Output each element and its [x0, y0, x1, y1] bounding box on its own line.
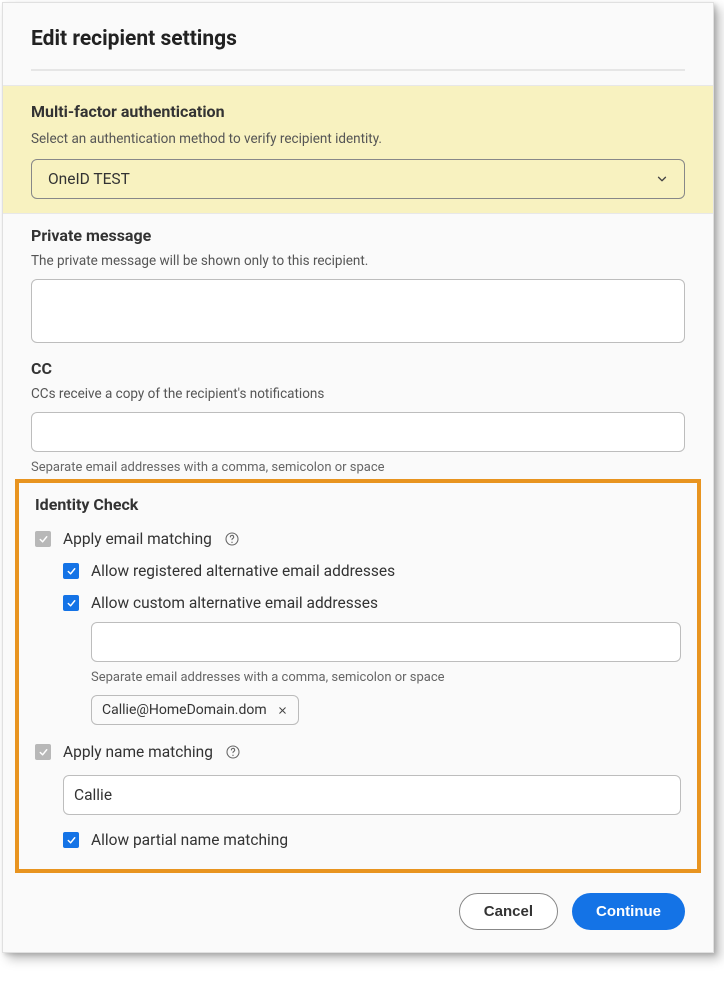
- cc-description: CCs receive a copy of the recipient's no…: [31, 386, 685, 402]
- allow-registered-alt-label: Allow registered alternative email addre…: [91, 562, 395, 580]
- custom-alt-email-input[interactable]: [91, 622, 681, 662]
- allow-partial-name-row: Allow partial name matching: [63, 831, 681, 849]
- cc-section: CC CCs receive a copy of the recipient's…: [3, 347, 713, 479]
- identity-check-section: Identity Check Apply email matching Allo…: [15, 479, 701, 873]
- name-matching-input[interactable]: [63, 775, 681, 815]
- divider: [31, 69, 685, 71]
- mfa-selected-value: OneID TEST: [48, 170, 130, 188]
- mfa-description: Select an authentication method to verif…: [31, 131, 685, 147]
- identity-check-title: Identity Check: [35, 495, 681, 514]
- allow-custom-alt-row: Allow custom alternative email addresses: [63, 594, 681, 612]
- name-matching-input-wrap: [63, 775, 681, 815]
- modal-header: Edit recipient settings: [3, 3, 713, 69]
- page-title: Edit recipient settings: [31, 27, 685, 51]
- allow-registered-alt-row: Allow registered alternative email addre…: [63, 562, 681, 580]
- apply-name-matching-label: Apply name matching: [63, 743, 213, 761]
- custom-alt-hint: Separate email addresses with a comma, s…: [91, 670, 681, 685]
- mfa-section: Multi-factor authentication Select an au…: [3, 85, 713, 214]
- mfa-method-select[interactable]: OneID TEST: [31, 159, 685, 199]
- close-icon[interactable]: [277, 705, 288, 716]
- modal-footer: Cancel Continue: [3, 873, 713, 930]
- chip-text: Callie@HomeDomain.dom: [102, 702, 267, 718]
- allow-custom-alt-checkbox[interactable]: [63, 595, 79, 611]
- allow-registered-alt-checkbox[interactable]: [63, 563, 79, 579]
- help-icon[interactable]: [225, 744, 241, 760]
- custom-alt-block: Separate email addresses with a comma, s…: [91, 622, 681, 725]
- cc-hint: Separate email addresses with a comma, s…: [31, 460, 685, 475]
- cc-title: CC: [31, 359, 685, 378]
- apply-email-matching-row: Apply email matching: [35, 530, 681, 548]
- allow-partial-name-label: Allow partial name matching: [91, 831, 288, 849]
- edit-recipient-settings-modal: Edit recipient settings Multi-factor aut…: [2, 2, 714, 953]
- custom-alt-email-chip: Callie@HomeDomain.dom: [91, 695, 299, 725]
- apply-email-matching-checkbox: [35, 531, 51, 547]
- apply-email-matching-label: Apply email matching: [63, 530, 212, 548]
- help-icon[interactable]: [224, 531, 240, 547]
- cc-input[interactable]: [31, 412, 685, 452]
- cancel-button[interactable]: Cancel: [459, 893, 558, 930]
- private-message-description: The private message will be shown only t…: [31, 253, 685, 269]
- private-message-input[interactable]: [31, 279, 685, 343]
- mfa-title: Multi-factor authentication: [31, 102, 685, 121]
- apply-name-matching-checkbox: [35, 744, 51, 760]
- private-message-title: Private message: [31, 226, 685, 245]
- mfa-select-wrap: OneID TEST: [31, 159, 685, 199]
- allow-custom-alt-label: Allow custom alternative email addresses: [91, 594, 378, 612]
- apply-name-matching-row: Apply name matching: [35, 743, 681, 761]
- allow-partial-name-checkbox[interactable]: [63, 832, 79, 848]
- private-message-section: Private message The private message will…: [3, 214, 713, 347]
- continue-button[interactable]: Continue: [572, 893, 685, 930]
